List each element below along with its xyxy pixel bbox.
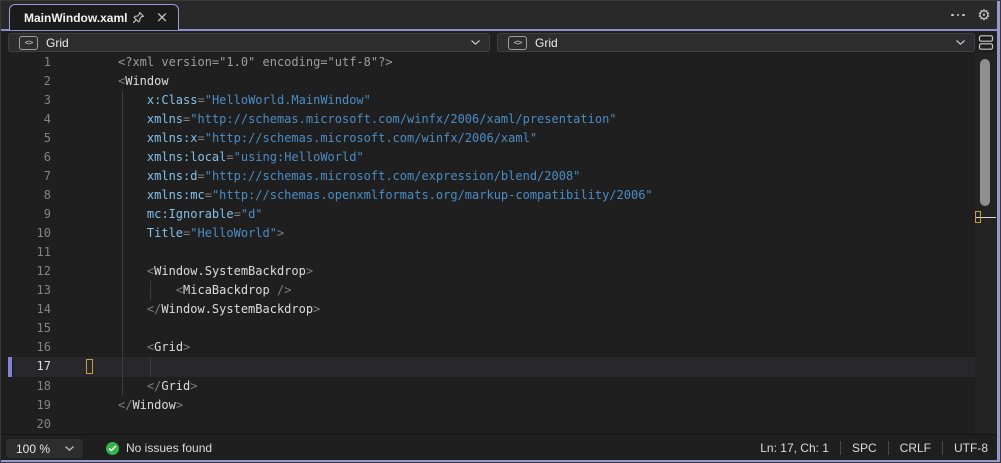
code-line[interactable]: <Window.SystemBackdrop> [118, 262, 968, 281]
window-accent-border-right [997, 1, 1000, 462]
zoom-value: 100 % [16, 441, 51, 456]
line-number: 13 [36, 283, 51, 298]
encoding-indicator[interactable]: UTF-8 [954, 441, 988, 455]
line-number: 18 [36, 378, 51, 393]
element-selector-left[interactable]: <> Grid [8, 33, 490, 52]
separator [942, 441, 943, 455]
line-number: 10 [36, 226, 51, 241]
code-line[interactable]: Title="HelloWorld"> [118, 224, 968, 243]
code-line[interactable]: </Window.SystemBackdrop> [118, 300, 968, 319]
more-options-icon[interactable] [950, 7, 966, 23]
close-icon[interactable]: × [154, 10, 170, 26]
code-line[interactable]: xmlns:x="http://schemas.microsoft.com/wi… [118, 129, 968, 148]
code-line[interactable]: <Window [118, 72, 968, 91]
code-line[interactable]: <?xml version="1.0" encoding="utf-8"?> [118, 53, 968, 72]
line-ending-indicator[interactable]: CRLF [900, 441, 931, 455]
code-line[interactable]: x:Class="HelloWorld.MainWindow" [118, 91, 968, 110]
check-circle-icon [106, 441, 119, 455]
tab-mainwindow-xaml[interactable]: MainWindow.xaml × [9, 4, 179, 30]
window-accent-border-bottom [1, 460, 1000, 462]
xml-tag-icon: <> [19, 35, 38, 50]
chevron-down-icon [64, 445, 75, 452]
line-number: 5 [43, 130, 51, 145]
chevron-down-icon [470, 39, 481, 46]
tab-strip: MainWindow.xaml × ⚙ [1, 1, 1000, 31]
current-line-margin-bar [8, 357, 12, 377]
selector-value: Grid [535, 35, 558, 50]
line-number: 8 [43, 187, 51, 202]
line-number: 9 [43, 206, 51, 221]
line-number: 20 [36, 416, 51, 431]
code-line[interactable]: xmlns:d="http://schemas.microsoft.com/ex… [118, 167, 968, 186]
code-line[interactable]: xmlns:local="using:HelloWorld" [118, 148, 968, 167]
element-selector-right[interactable]: <> Grid [497, 33, 975, 52]
xaml-editor-window: MainWindow.xaml × ⚙ <> Grid <> Grid 1 2 … [0, 0, 1001, 463]
separator [839, 441, 841, 455]
code-line[interactable]: xmlns="http://schemas.microsoft.com/winf… [118, 110, 968, 129]
line-number: 16 [36, 340, 51, 355]
document-health-indicator[interactable]: No issues found [106, 435, 212, 461]
scrollbar-thumb[interactable] [980, 59, 990, 206]
code-line[interactable] [118, 243, 968, 262]
code-line[interactable]: <Grid> [118, 338, 968, 357]
code-line[interactable]: xmlns:mc="http://schemas.openxmlformats.… [118, 186, 968, 205]
line-number: 2 [43, 73, 51, 88]
element-navigation-bar: <> Grid <> Grid [1, 30, 1000, 53]
code-line[interactable] [118, 319, 968, 338]
line-number: 4 [43, 111, 51, 126]
tab-title: MainWindow.xaml [24, 10, 128, 25]
line-number: 19 [36, 397, 51, 412]
code-line[interactable] [118, 415, 968, 434]
line-number: 12 [36, 264, 51, 279]
xml-tag-icon: <> [508, 35, 527, 50]
selector-value: Grid [46, 35, 69, 50]
line-number: 15 [36, 321, 51, 336]
code-line[interactable] [118, 357, 968, 376]
scrollbar-modified-marker [975, 210, 981, 223]
separator [887, 441, 889, 455]
line-number: 1 [43, 54, 51, 69]
code-line[interactable]: </Grid> [118, 377, 968, 396]
line-number: 3 [43, 92, 51, 107]
code-line[interactable]: mc:Ignorable="d" [118, 205, 968, 224]
indent-indicator[interactable]: SPC [852, 441, 877, 455]
caret-box [86, 359, 93, 375]
line-number: 11 [36, 245, 51, 260]
code-editor[interactable]: 1 2 3 4 5 6 7 8 9 10 11 12 13 14 15 16 17 18 19 20 <?xml ve… [1, 53, 998, 434]
line-number: 6 [43, 149, 51, 164]
line-number: 7 [43, 168, 51, 183]
vertical-scrollbar[interactable] [975, 53, 996, 434]
code-line[interactable]: <MicaBackdrop /> [118, 281, 968, 300]
editor-status-bar: 100 % No issues found Ln: 17, Ch: 1 SPC … [1, 434, 1000, 461]
gear-icon[interactable]: ⚙ [976, 7, 992, 23]
line-number: 14 [36, 302, 51, 317]
chevron-down-icon [955, 39, 966, 46]
issues-label: No issues found [126, 441, 213, 455]
code-line[interactable]: </Window> [118, 396, 968, 415]
pin-icon[interactable] [130, 10, 146, 26]
caret-position-indicator[interactable]: Ln: 17, Ch: 1 [760, 441, 829, 455]
split-view-icon[interactable] [977, 34, 995, 52]
zoom-selector[interactable]: 100 % [6, 439, 83, 458]
